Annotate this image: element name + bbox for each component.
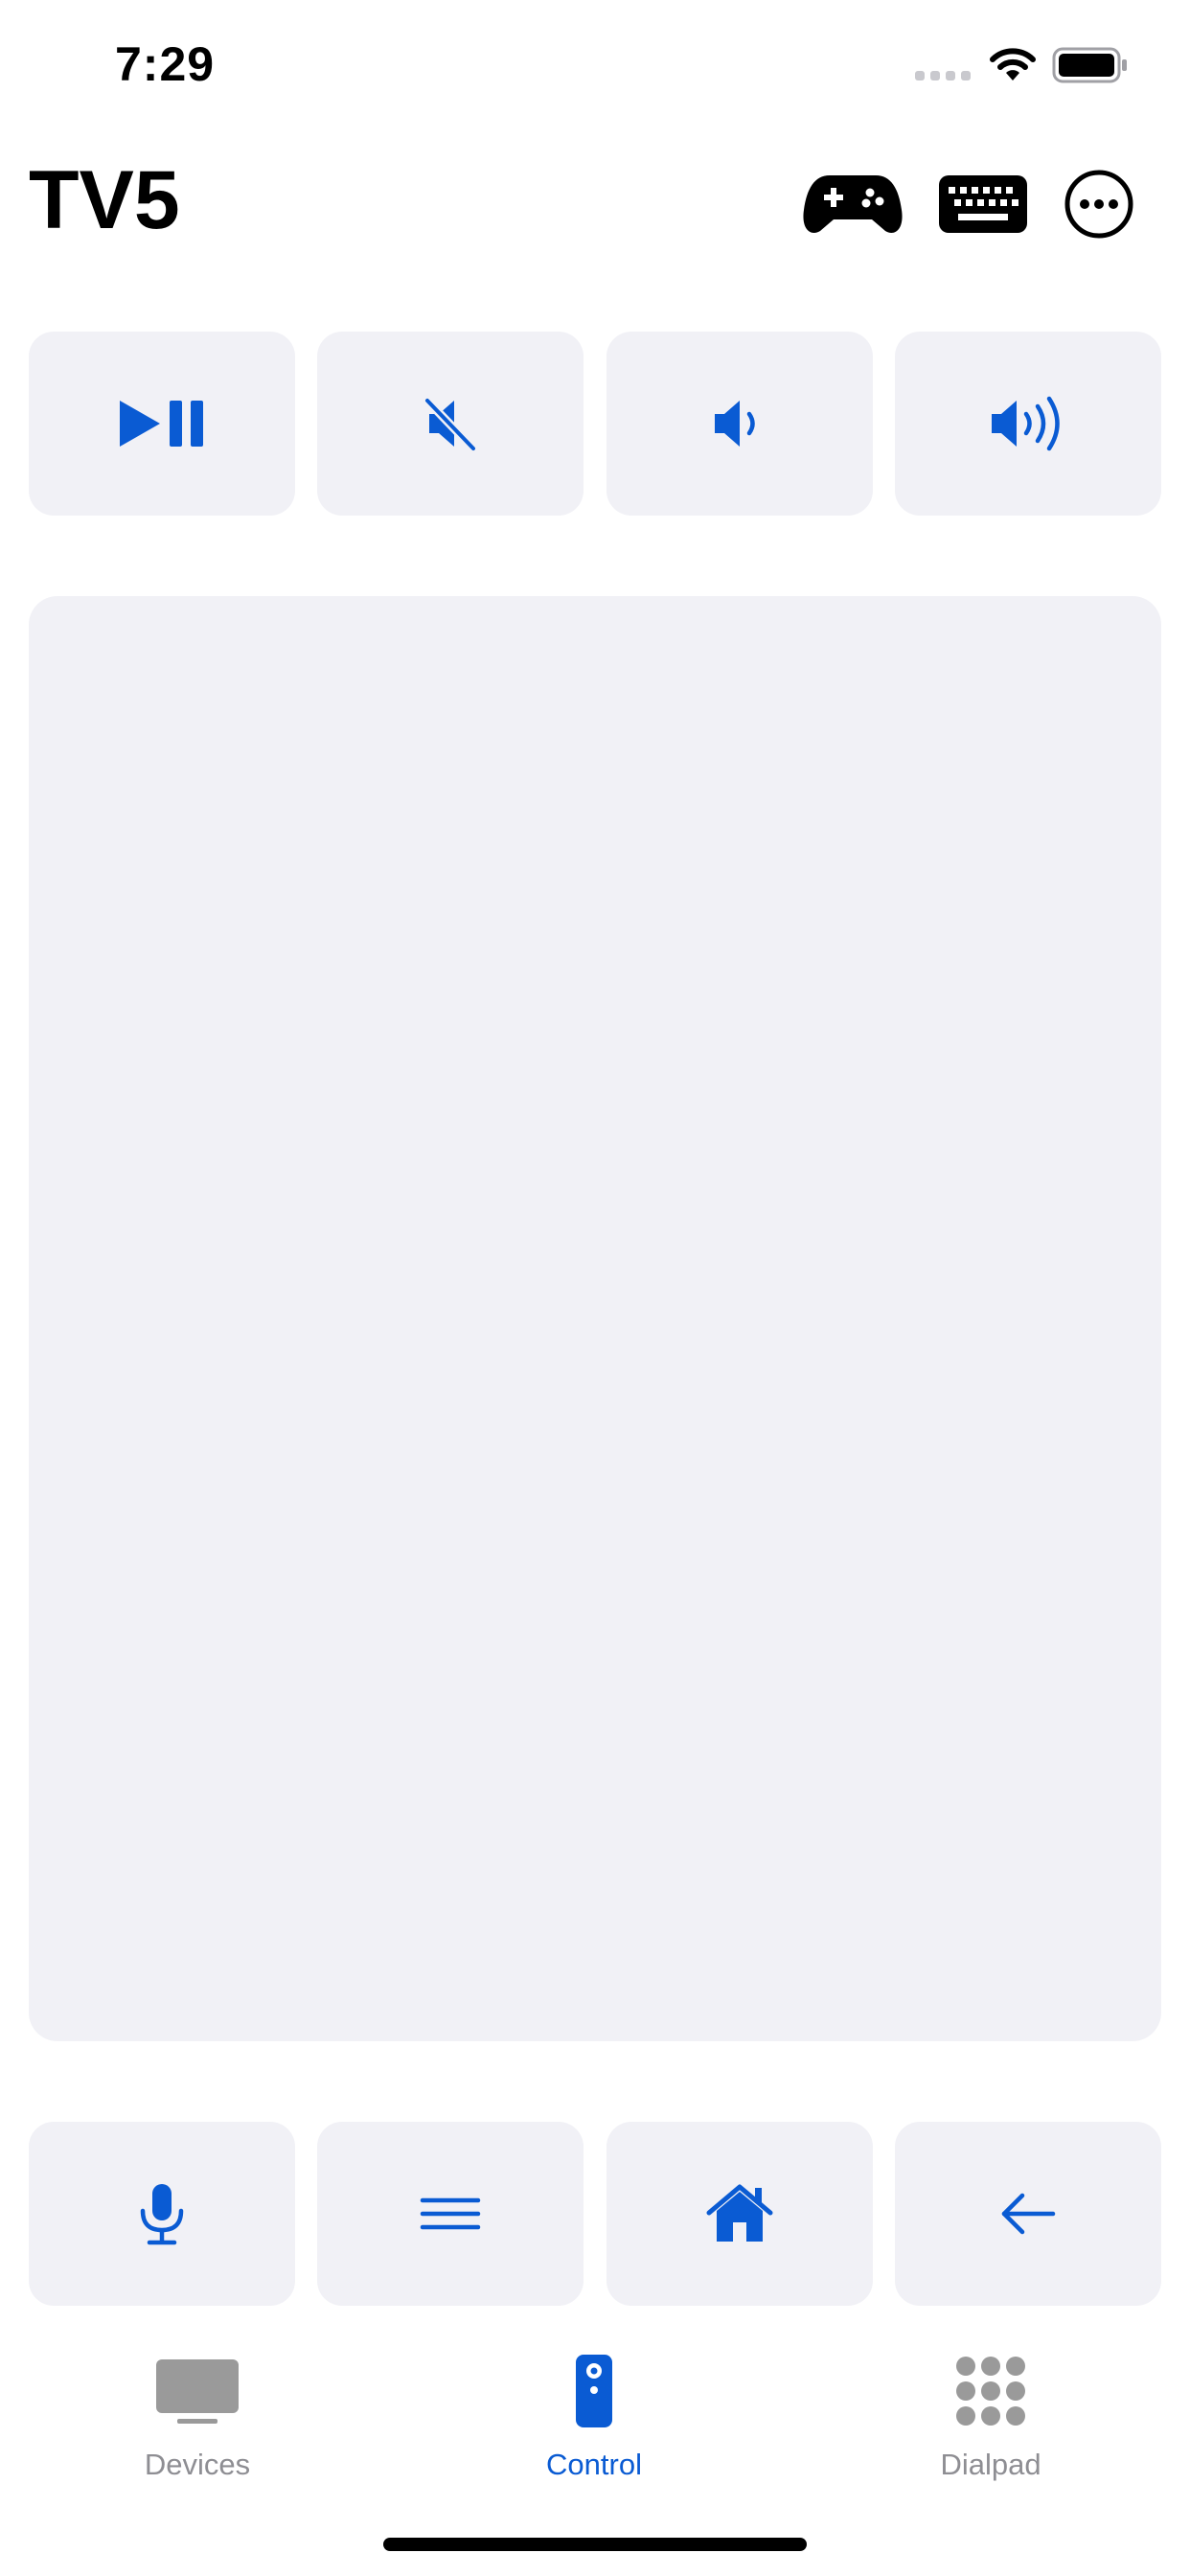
play-pause-icon <box>120 401 203 447</box>
battery-icon <box>1052 46 1129 89</box>
tv-icon <box>156 2359 239 2424</box>
cellular-signal-icon <box>915 71 971 80</box>
dialpad-icon <box>956 2357 1025 2426</box>
volume-up-icon <box>992 396 1060 451</box>
home-indicator <box>383 2538 807 2551</box>
menu-button[interactable] <box>317 2122 584 2306</box>
mute-button[interactable] <box>317 332 584 516</box>
tab-control-label: Control <box>546 2448 642 2481</box>
keyboard-icon <box>939 175 1027 233</box>
touchpad-area[interactable] <box>29 596 1161 2041</box>
home-icon <box>706 2184 773 2242</box>
home-button[interactable] <box>606 2122 873 2306</box>
keyboard-button[interactable] <box>937 172 1029 236</box>
volume-down-button[interactable] <box>606 332 873 516</box>
page-title: TV5 <box>29 154 180 246</box>
microphone-icon <box>140 2184 184 2245</box>
volume-down-icon <box>715 401 755 447</box>
tab-devices[interactable]: Devices <box>73 2350 322 2482</box>
play-pause-button[interactable] <box>29 332 295 516</box>
ellipsis-circle-icon <box>1064 170 1133 239</box>
back-arrow-icon <box>1001 2193 1056 2235</box>
microphone-button[interactable] <box>29 2122 295 2306</box>
tab-devices-label: Devices <box>144 2448 251 2481</box>
tab-dialpad[interactable]: Dialpad <box>866 2350 1115 2482</box>
status-time: 7:29 <box>115 37 216 91</box>
menu-icon <box>420 2197 481 2230</box>
mute-icon <box>423 397 477 452</box>
more-options-button[interactable] <box>1062 167 1136 242</box>
wifi-icon <box>987 46 1039 89</box>
gamepad-button[interactable] <box>800 168 905 240</box>
remote-icon <box>576 2355 612 2427</box>
tab-control[interactable]: Control <box>469 2350 719 2482</box>
back-button[interactable] <box>895 2122 1161 2306</box>
gamepad-icon <box>803 174 903 233</box>
volume-up-button[interactable] <box>895 332 1161 516</box>
tab-dialpad-label: Dialpad <box>940 2448 1041 2481</box>
